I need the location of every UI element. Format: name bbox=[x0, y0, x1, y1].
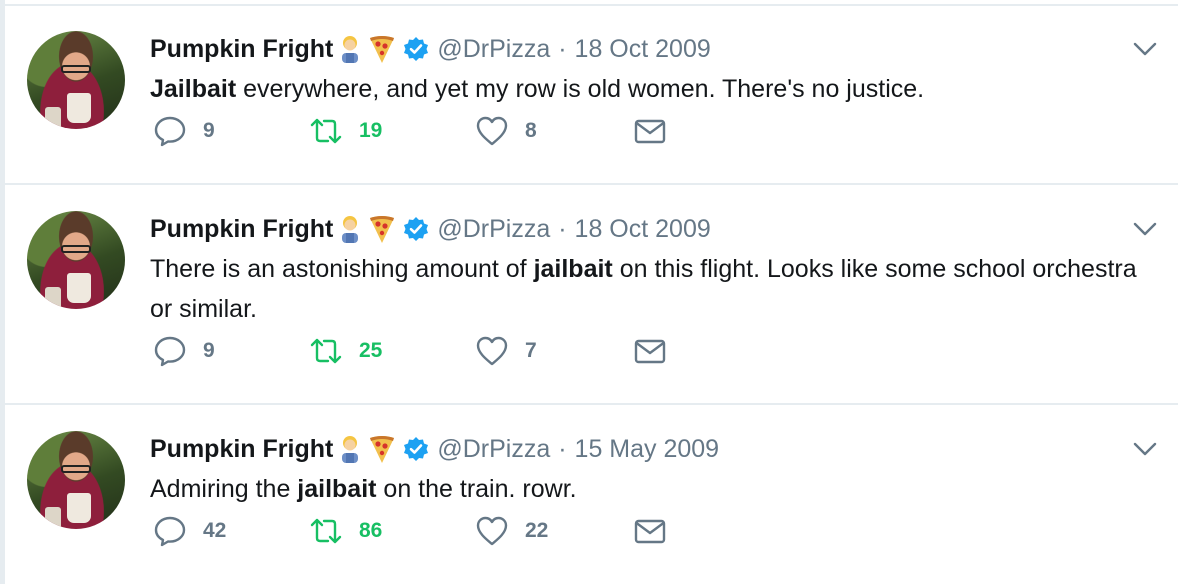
user-handle[interactable]: @DrPizza bbox=[437, 435, 550, 464]
reply-count: 42 bbox=[203, 519, 227, 542]
display-name[interactable]: Pumpkin Fright bbox=[150, 215, 333, 244]
like-button[interactable]: 7 bbox=[475, 334, 537, 368]
reply-count: 9 bbox=[203, 119, 215, 142]
tweet-header: Pumpkin Fright @DrPizza · 18 Oct 2009 bbox=[150, 29, 711, 69]
avatar[interactable] bbox=[27, 431, 125, 529]
retweet-count: 86 bbox=[359, 519, 383, 542]
separator-dot: · bbox=[558, 214, 567, 243]
pizza-emoji-icon bbox=[370, 36, 395, 63]
envelope-icon bbox=[634, 339, 666, 364]
like-count: 7 bbox=[525, 339, 537, 362]
direct-message-button[interactable] bbox=[633, 334, 667, 368]
retweet-button[interactable]: 25 bbox=[309, 334, 382, 368]
heart-icon bbox=[476, 516, 508, 546]
retweet-button[interactable]: 19 bbox=[309, 114, 382, 148]
avatar[interactable] bbox=[27, 211, 125, 309]
separator-dot: · bbox=[558, 434, 567, 463]
reply-icon bbox=[154, 116, 186, 147]
tweet-text: Jailbait everywhere, and yet my row is o… bbox=[150, 69, 1160, 109]
user-handle[interactable]: @DrPizza bbox=[437, 215, 550, 244]
tweet-text: There is an astonishing amount of jailba… bbox=[150, 249, 1160, 329]
reply-icon bbox=[154, 516, 186, 547]
text-segment: There is an astonishing amount of bbox=[150, 255, 534, 283]
tweet-header: Pumpkin Fright @DrPizza · 18 Oct 2009 bbox=[150, 209, 711, 249]
tweet[interactable]: Pumpkin Fright @DrPizza · 18 Oct 2009 Th… bbox=[5, 185, 1178, 405]
man-farmer-emoji-icon bbox=[342, 436, 359, 463]
verified-badge-icon bbox=[404, 217, 429, 241]
chevron-down-icon[interactable] bbox=[1131, 39, 1159, 59]
highlighted-term: jailbait bbox=[297, 475, 377, 503]
avatar[interactable] bbox=[27, 31, 125, 129]
man-farmer-emoji-icon bbox=[342, 216, 359, 243]
chevron-down-icon[interactable] bbox=[1131, 439, 1159, 459]
heart-icon bbox=[476, 336, 508, 366]
reply-button[interactable]: 9 bbox=[153, 334, 215, 368]
text-segment: Admiring the bbox=[150, 475, 298, 503]
retweet-icon bbox=[310, 118, 342, 144]
direct-message-button[interactable] bbox=[633, 514, 667, 548]
text-segment: on the train. rowr. bbox=[376, 475, 577, 503]
heart-icon bbox=[476, 116, 508, 146]
highlighted-term: Jailbait bbox=[150, 75, 237, 103]
verified-badge-icon bbox=[404, 37, 429, 61]
envelope-icon bbox=[634, 519, 666, 544]
text-segment: everywhere, and yet my row is old women.… bbox=[236, 75, 925, 103]
reply-icon bbox=[154, 336, 186, 367]
envelope-icon bbox=[634, 119, 666, 144]
retweet-count: 25 bbox=[359, 339, 383, 362]
pizza-emoji-icon bbox=[370, 436, 395, 463]
tweet-date[interactable]: 18 Oct 2009 bbox=[575, 35, 711, 64]
tweet-text: Admiring the jailbait on the train. rowr… bbox=[150, 469, 1160, 509]
retweet-count: 19 bbox=[359, 119, 383, 142]
tweet-date[interactable]: 15 May 2009 bbox=[575, 435, 720, 464]
separator-dot: · bbox=[558, 34, 567, 63]
retweet-button[interactable]: 86 bbox=[309, 514, 382, 548]
display-name[interactable]: Pumpkin Fright bbox=[150, 35, 333, 64]
reply-button[interactable]: 9 bbox=[153, 114, 215, 148]
tweet[interactable]: Pumpkin Fright @DrPizza · 18 Oct 2009 Ja… bbox=[5, 5, 1178, 185]
user-handle[interactable]: @DrPizza bbox=[437, 35, 550, 64]
tweet-feed: Pumpkin Fright @DrPizza · 18 Oct 2009 Ja… bbox=[0, 0, 1178, 584]
like-button[interactable]: 8 bbox=[475, 114, 537, 148]
retweet-icon bbox=[310, 518, 342, 544]
tweet[interactable]: Pumpkin Fright @DrPizza · 15 May 2009 Ad… bbox=[5, 405, 1178, 584]
highlighted-term: jailbait bbox=[533, 255, 613, 283]
chevron-down-icon[interactable] bbox=[1131, 219, 1159, 239]
like-count: 8 bbox=[525, 119, 537, 142]
pizza-emoji-icon bbox=[370, 216, 395, 243]
reply-count: 9 bbox=[203, 339, 215, 362]
verified-badge-icon bbox=[404, 437, 429, 461]
reply-button[interactable]: 42 bbox=[153, 514, 226, 548]
like-button[interactable]: 22 bbox=[475, 514, 548, 548]
display-name[interactable]: Pumpkin Fright bbox=[150, 435, 333, 464]
direct-message-button[interactable] bbox=[633, 114, 667, 148]
tweet-date[interactable]: 18 Oct 2009 bbox=[575, 215, 711, 244]
tweet-header: Pumpkin Fright @DrPizza · 15 May 2009 bbox=[150, 429, 719, 469]
man-farmer-emoji-icon bbox=[342, 36, 359, 63]
like-count: 22 bbox=[525, 519, 549, 542]
retweet-icon bbox=[310, 338, 342, 364]
